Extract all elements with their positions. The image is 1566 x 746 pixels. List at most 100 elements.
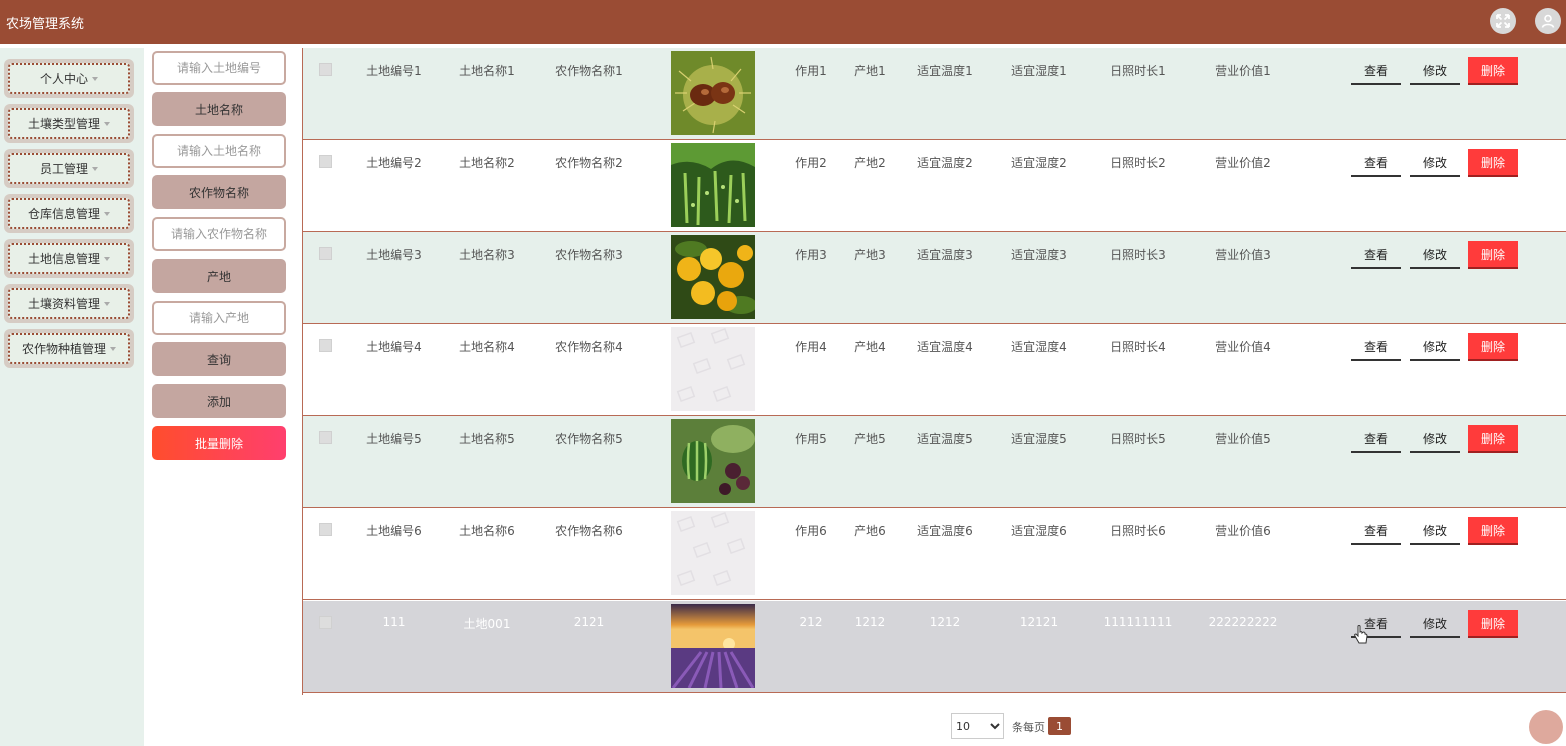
edit-button[interactable]: 修改: [1410, 57, 1460, 85]
cell-temperature: 适宜温度3: [917, 248, 973, 262]
cell-sunshine: 日照时长3: [1110, 248, 1166, 262]
cell-land-no: 土地编号1: [366, 64, 422, 78]
table-row: 111 土地001 2121 212 1212 1212 12121 11111…: [303, 601, 1566, 693]
row-checkbox[interactable]: [319, 431, 332, 444]
row-checkbox[interactable]: [319, 339, 332, 352]
land-name-label: 土地名称: [152, 92, 286, 126]
crop-image: [671, 143, 755, 227]
cell-sunshine: 日照时长5: [1110, 432, 1166, 446]
user-button[interactable]: [1535, 8, 1561, 34]
cell-value: 营业价值1: [1215, 64, 1271, 78]
delete-button[interactable]: 删除: [1468, 610, 1518, 638]
cell-temperature: 适宜温度6: [917, 524, 973, 538]
cell-land-name: 土地名称6: [459, 524, 515, 538]
sidebar-item-soil-type[interactable]: 土壤类型管理: [4, 104, 134, 143]
cell-value: 营业价值4: [1215, 340, 1271, 354]
sidebar-item-soil-data[interactable]: 土壤资料管理: [4, 284, 134, 323]
cell-crop-name: 农作物名称6: [555, 524, 623, 538]
cell-land-no: 土地编号4: [366, 340, 422, 354]
cell-use: 作用4: [795, 340, 827, 354]
cell-use: 作用3: [795, 248, 827, 262]
fullscreen-button[interactable]: [1490, 8, 1516, 34]
sidebar-item-label: 土壤类型管理: [27, 117, 100, 131]
cell-origin: 1212: [854, 615, 886, 629]
cell-land-no: 土地编号6: [366, 524, 422, 538]
row-checkbox[interactable]: [319, 63, 332, 76]
cell-land-no: 土地编号3: [366, 248, 422, 262]
sidebar-item-crop-planting[interactable]: 农作物种植管理: [4, 329, 134, 368]
cell-value: 222222222: [1208, 615, 1278, 629]
cell-land-no: 土地编号5: [366, 432, 422, 446]
query-button[interactable]: 查询: [152, 342, 286, 376]
cell-use: 作用6: [795, 524, 827, 538]
cell-crop-name: 农作物名称2: [555, 156, 623, 170]
chevron-down-icon: [104, 301, 110, 306]
sidebar-item-personal-center[interactable]: 个人中心: [4, 59, 134, 98]
delete-button[interactable]: 删除: [1468, 241, 1518, 269]
table-row: 土地编号1 土地名称1 农作物名称1 作用1 产地1 适宜温度1 适宜湿度1 日…: [303, 48, 1566, 140]
origin-input[interactable]: [152, 301, 286, 335]
app-title: 农场管理系统: [6, 17, 85, 32]
cell-land-name: 土地名称3: [459, 248, 515, 262]
row-checkbox[interactable]: [319, 155, 332, 168]
row-checkbox[interactable]: [319, 247, 332, 260]
cell-use: 212: [799, 615, 823, 629]
table-row: 土地编号5 土地名称5 农作物名称5 作用5 产地5 适宜温度5 适宜湿度5 日…: [303, 416, 1566, 508]
view-button[interactable]: 查看: [1351, 333, 1401, 361]
delete-button[interactable]: 删除: [1468, 425, 1518, 453]
cell-origin: 产地2: [854, 156, 886, 170]
cell-humidity: 12121: [1019, 615, 1059, 629]
edit-button[interactable]: 修改: [1410, 149, 1460, 177]
crop-image: [671, 235, 755, 319]
edit-button[interactable]: 修改: [1410, 425, 1460, 453]
edit-button[interactable]: 修改: [1410, 517, 1460, 545]
floating-avatar[interactable]: [1529, 710, 1563, 744]
edit-button[interactable]: 修改: [1410, 241, 1460, 269]
delete-button[interactable]: 删除: [1468, 149, 1518, 177]
batch-delete-button[interactable]: 批量删除: [152, 426, 286, 460]
page-size-select[interactable]: 10: [951, 713, 1004, 739]
sidebar: 个人中心 土壤类型管理 员工管理 仓库信息管理 土地信息管理 土壤资料管理 农作…: [0, 48, 144, 746]
sidebar-item-warehouse[interactable]: 仓库信息管理: [4, 194, 134, 233]
delete-button[interactable]: 删除: [1468, 57, 1518, 85]
land-no-input[interactable]: [152, 51, 286, 85]
top-header: 农场管理系统: [0, 0, 1566, 44]
table-row: 土地编号2 土地名称2 农作物名称2 作用2 产地2 适宜温度2 适宜湿度2 日…: [303, 140, 1566, 232]
view-button[interactable]: 查看: [1351, 57, 1401, 85]
view-button[interactable]: 查看: [1351, 149, 1401, 177]
cell-sunshine: 日照时长6: [1110, 524, 1166, 538]
add-button[interactable]: 添加: [152, 384, 286, 418]
delete-button[interactable]: 删除: [1468, 333, 1518, 361]
cell-humidity: 适宜湿度2: [1011, 156, 1067, 170]
pointer-cursor-icon: [1354, 625, 1368, 644]
cell-land-no: 土地编号2: [366, 156, 422, 170]
chevron-down-icon: [110, 346, 116, 351]
data-table: 土地编号1 土地名称1 农作物名称1 作用1 产地1 适宜温度1 适宜湿度1 日…: [302, 48, 1566, 695]
view-button[interactable]: 查看: [1351, 241, 1401, 269]
cell-use: 作用1: [795, 64, 827, 78]
sidebar-item-land-info[interactable]: 土地信息管理: [4, 239, 134, 278]
row-checkbox[interactable]: [319, 616, 332, 629]
cell-sunshine: 111111111: [1103, 615, 1173, 629]
cell-temperature: 适宜温度5: [917, 432, 973, 446]
sidebar-item-label: 土壤资料管理: [27, 297, 100, 311]
land-name-input[interactable]: [152, 134, 286, 168]
image-placeholder: [671, 511, 755, 595]
edit-button[interactable]: 修改: [1410, 333, 1460, 361]
edit-button[interactable]: 修改: [1410, 610, 1460, 638]
row-checkbox[interactable]: [319, 523, 332, 536]
page-button-current[interactable]: 1: [1048, 717, 1071, 735]
sidebar-item-staff[interactable]: 员工管理: [4, 149, 134, 188]
table-row: 土地编号6 土地名称6 农作物名称6 作用6 产地6 适宜温度6 适宜湿度6 日…: [303, 508, 1566, 600]
cell-land-name: 土地001: [463, 617, 511, 631]
view-button[interactable]: 查看: [1351, 517, 1401, 545]
cell-land-name: 土地名称5: [459, 432, 515, 446]
origin-label: 产地: [152, 259, 286, 293]
cell-land-name: 土地名称1: [459, 64, 515, 78]
per-page-label: 条每页: [1012, 721, 1045, 734]
sidebar-item-label: 农作物种植管理: [21, 342, 106, 356]
crop-name-input[interactable]: [152, 217, 286, 251]
delete-button[interactable]: 删除: [1468, 517, 1518, 545]
chevron-down-icon: [104, 121, 110, 126]
view-button[interactable]: 查看: [1351, 425, 1401, 453]
